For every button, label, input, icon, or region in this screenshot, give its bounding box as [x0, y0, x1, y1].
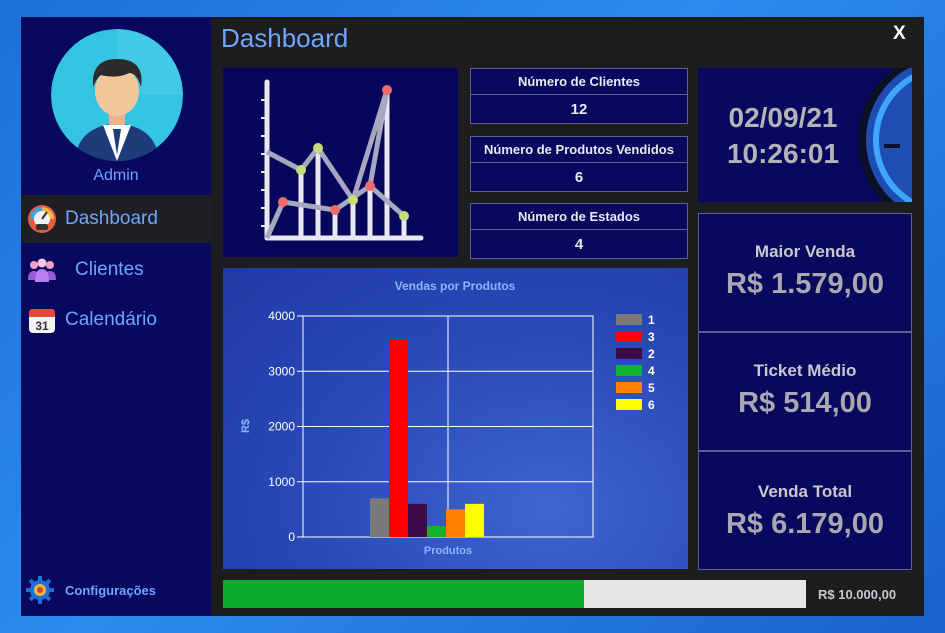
app-window: Admin Dashboard Clientes 31 Calendário C…	[21, 17, 924, 616]
stat-label: Número de Estados	[471, 204, 687, 230]
clock-panel: 02/09/21 10:26:01	[698, 68, 912, 202]
stat-produtos-vendidos: Número de Produtos Vendidos 6	[470, 136, 688, 192]
sidebar-item-clientes[interactable]: Clientes	[21, 246, 211, 294]
legend-swatch	[616, 382, 642, 393]
kpi-venda-total: Venda Total R$ 6.179,00	[698, 451, 912, 570]
kpi-value: R$ 514,00	[738, 387, 872, 419]
page-title: Dashboard	[221, 23, 349, 53]
chart-xlabel: Produtos	[424, 545, 472, 557]
settings-button[interactable]: Configurações	[25, 575, 156, 605]
stat-estados: Número de Estados 4	[470, 203, 688, 259]
sidebar: Admin Dashboard Clientes 31 Calendário C…	[21, 17, 211, 616]
clock-date: 02/09/21	[728, 102, 838, 133]
bar-4	[427, 525, 446, 537]
user-name: Admin	[93, 167, 139, 184]
goal-label: R$ 10.000,00	[818, 587, 897, 602]
legend-swatch	[616, 399, 642, 410]
stat-label: Número de Produtos Vendidos	[471, 137, 687, 163]
kpi-ticket-medio: Ticket Médio R$ 514,00	[698, 332, 912, 451]
legend-swatch	[616, 365, 642, 376]
close-button[interactable]: X	[893, 23, 906, 45]
stat-value: 12	[570, 100, 588, 118]
sidebar-item-calendario[interactable]: 31 Calendário	[21, 296, 211, 344]
chart-title: Vendas por Produtos	[395, 279, 516, 293]
y-tick-label: 1000	[268, 475, 295, 489]
legend-swatch	[616, 331, 642, 342]
progress-fill	[223, 580, 585, 608]
bar-3	[389, 339, 408, 537]
line-chart-illustration	[223, 68, 458, 257]
legend-label: 2	[648, 347, 655, 361]
sidebar-item-label: Clientes	[75, 259, 144, 280]
stat-value: 4	[574, 235, 584, 253]
legend-label: 3	[648, 330, 655, 344]
gear-icon	[25, 575, 55, 605]
sidebar-item-label: Calendário	[65, 309, 157, 330]
bar-2	[408, 503, 427, 537]
line-chart-icon	[261, 79, 424, 241]
stat-value: 6	[574, 168, 584, 186]
calendar-day: 31	[35, 319, 49, 333]
y-tick-label: 0	[288, 530, 295, 544]
avatar	[51, 29, 183, 161]
sidebar-item-dashboard[interactable]: Dashboard	[21, 195, 211, 243]
legend-swatch	[616, 314, 642, 325]
settings-label: Configurações	[65, 582, 157, 598]
kpi-value: R$ 6.179,00	[725, 508, 884, 540]
bar-5	[446, 509, 465, 537]
stat-label: Número de Clientes	[471, 69, 687, 95]
kpi-label: Ticket Médio	[753, 361, 857, 380]
legend-swatch	[616, 348, 642, 359]
clock-icon	[858, 68, 912, 202]
y-tick-label: 2000	[268, 420, 295, 434]
y-tick-label: 3000	[268, 364, 295, 378]
bar-6	[465, 503, 484, 537]
kpi-value: R$ 1.579,00	[725, 268, 884, 300]
legend-label: 1	[648, 313, 655, 327]
bar-1	[370, 498, 389, 537]
user-avatar-icon	[51, 29, 183, 161]
legend-label: 6	[648, 398, 655, 412]
speedometer-icon	[25, 202, 59, 236]
sales-by-product-chart: Vendas por Produtos Produtos R$ 0 1000 200…	[223, 268, 688, 569]
kpi-maior-venda: Maior Venda R$ 1.579,00	[698, 213, 912, 332]
calendar-icon: 31	[25, 303, 59, 337]
legend-label: 4	[648, 364, 655, 378]
clock-time: 10:26:01	[726, 138, 840, 169]
stat-clientes: Número de Clientes 12	[470, 68, 688, 124]
chart-ylabel: R$	[240, 419, 252, 433]
legend-label: 5	[648, 381, 655, 395]
bar-chart-svg: Vendas por Produtos Produtos R$ 0 1000 200…	[240, 279, 655, 557]
y-tick-label: 4000	[268, 309, 295, 323]
sales-goal-progress	[223, 580, 806, 608]
sidebar-item-label: Dashboard	[65, 208, 158, 229]
kpi-label: Venda Total	[757, 482, 853, 501]
kpi-label: Maior Venda	[754, 242, 856, 261]
users-icon	[25, 253, 59, 287]
